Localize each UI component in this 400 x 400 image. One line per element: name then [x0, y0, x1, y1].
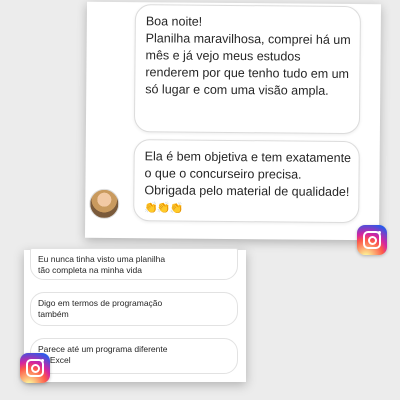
- message-text: Digo em termos de programação também: [38, 298, 163, 319]
- clapping-hands-emoji: 👏👏👏: [144, 202, 183, 215]
- message-bubble: Parece até um programa diferente do Exce…: [30, 338, 238, 374]
- instagram-icon: [20, 353, 50, 383]
- avatar: [89, 188, 120, 220]
- message-text: Boa noite! Planilha maravilhosa, comprei…: [145, 14, 351, 98]
- message-bubble: Digo em termos de programação também: [30, 292, 238, 326]
- message-text: Parece até um programa diferente do Exce…: [38, 344, 168, 365]
- testimonial-card-bottom: Eu nunca tinha visto uma planilha tão co…: [24, 248, 246, 382]
- message-bubble: Eu nunca tinha visto uma planilha tão co…: [30, 248, 238, 280]
- message-text: Ela é bem objetiva e tem exatamente o qu…: [144, 148, 353, 219]
- message-bubble: Ela é bem objetiva e tem exatamente o qu…: [133, 139, 360, 224]
- testimonial-card-top: Boa noite! Planilha maravilhosa, comprei…: [84, 1, 382, 241]
- message-text-body: Ela é bem objetiva e tem exatamente o qu…: [144, 149, 352, 200]
- message-text: Eu nunca tinha visto uma planilha tão co…: [38, 254, 166, 275]
- instagram-icon: [357, 225, 387, 255]
- message-bubble: Boa noite! Planilha maravilhosa, comprei…: [133, 4, 362, 135]
